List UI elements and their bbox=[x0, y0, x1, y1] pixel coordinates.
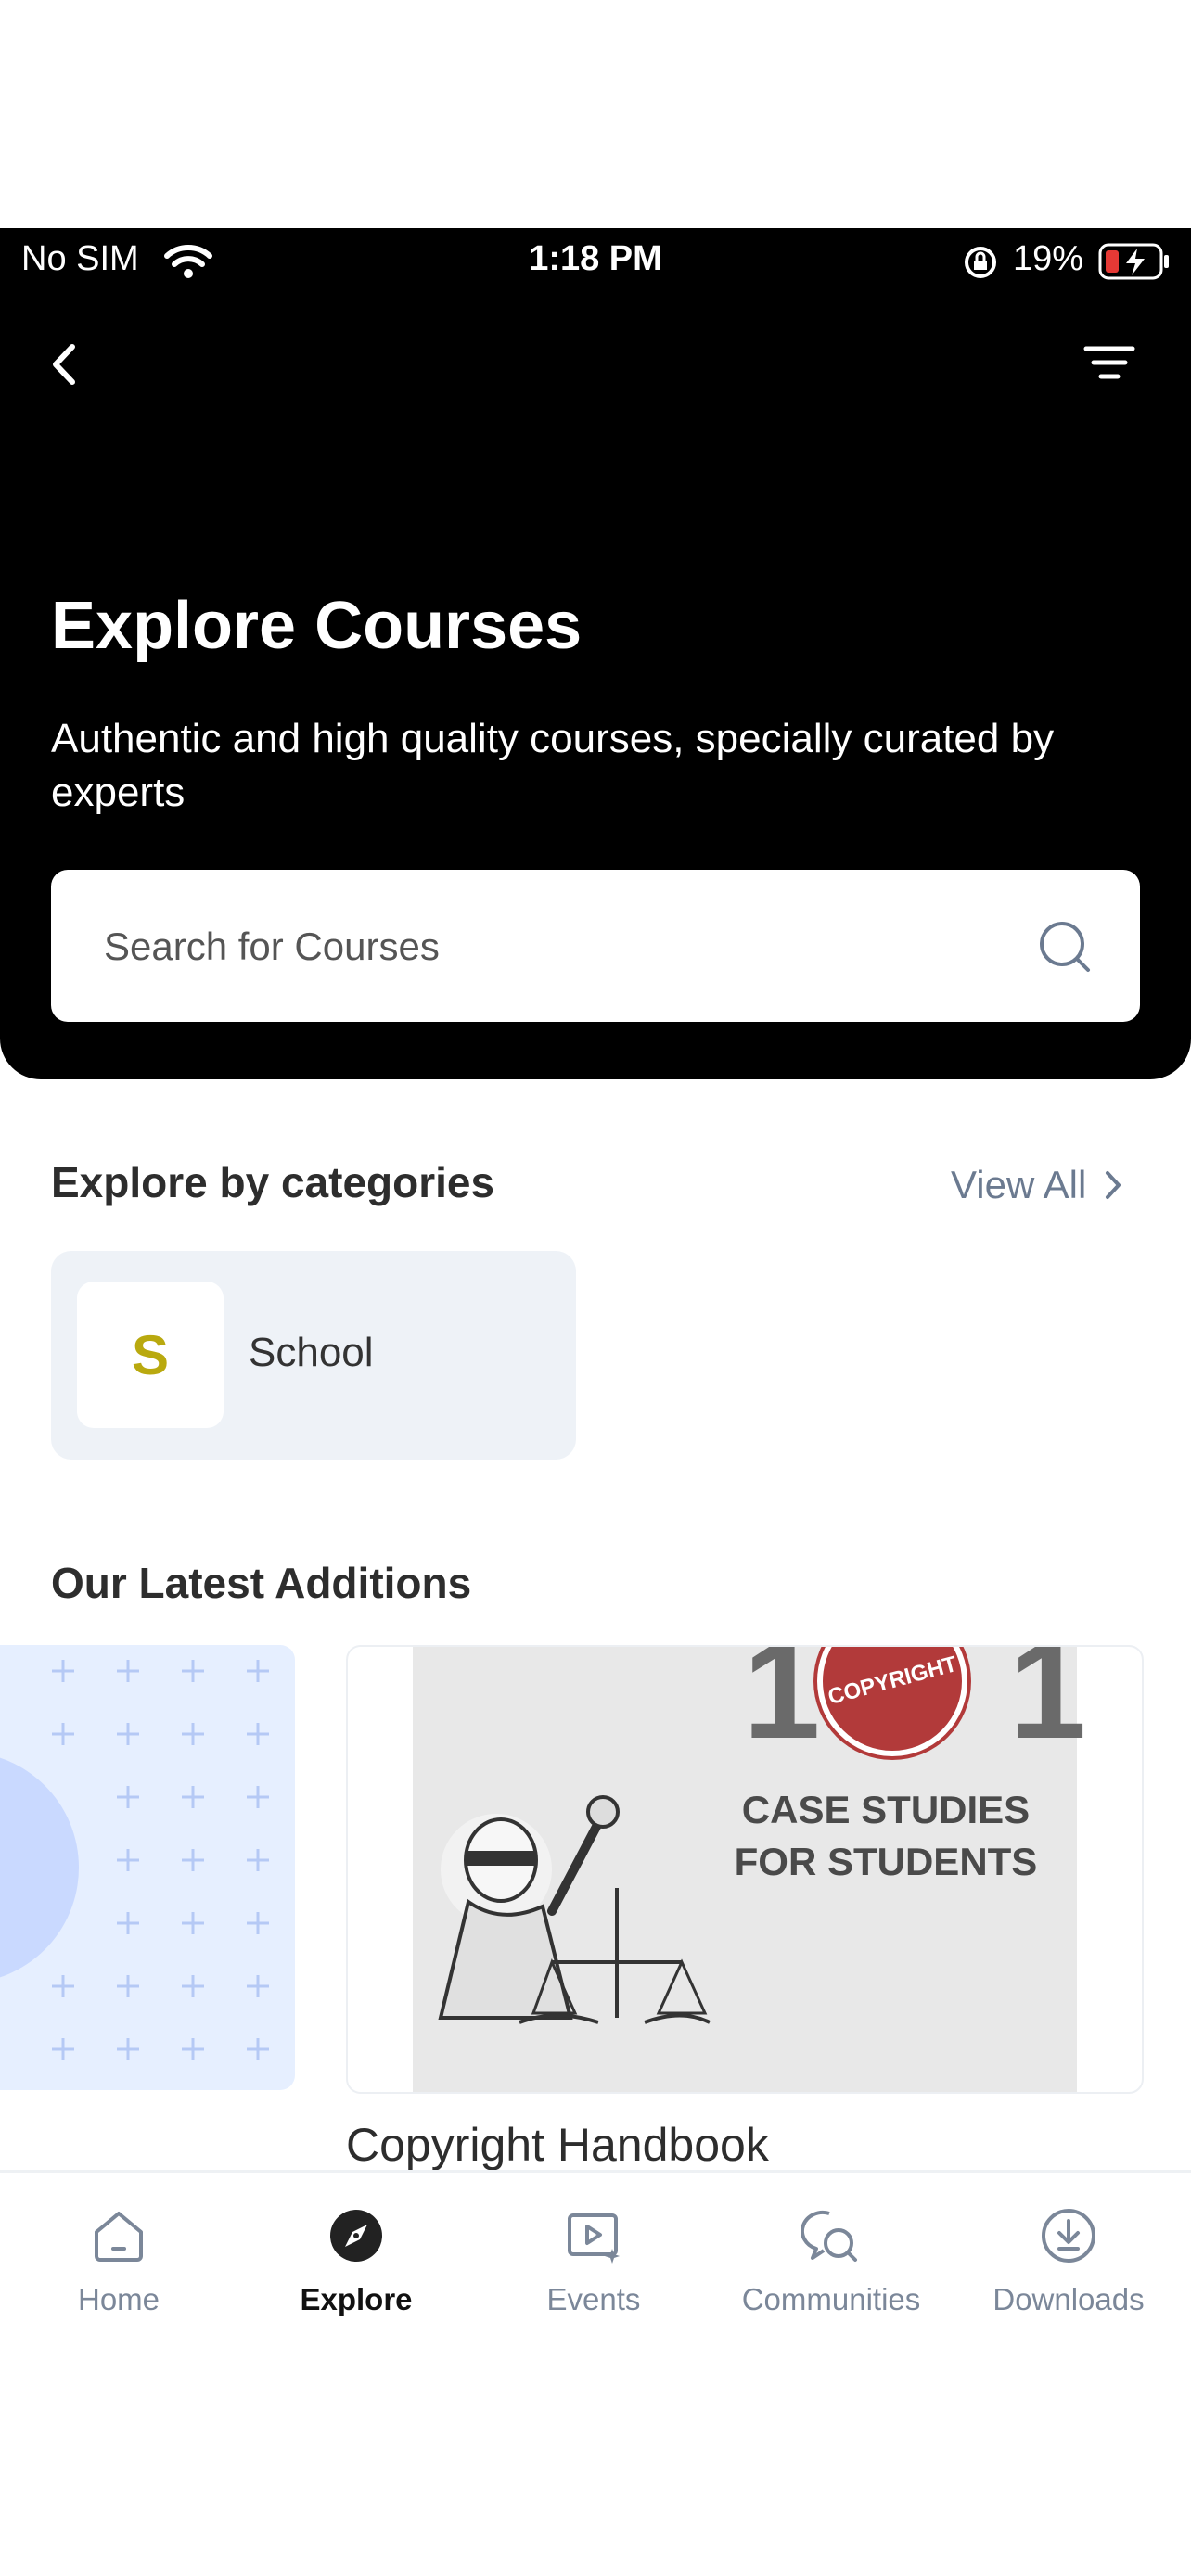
battery-charging-icon bbox=[1098, 243, 1169, 280]
nav-explore[interactable]: Explore bbox=[237, 2173, 475, 2358]
video-event-icon bbox=[568, 2213, 620, 2264]
home-icon bbox=[95, 2212, 143, 2262]
chevron-right-icon bbox=[1106, 1171, 1121, 1199]
orientation-lock-icon bbox=[965, 247, 996, 278]
nav-downloads-label: Downloads bbox=[992, 2282, 1145, 2316]
nav-home[interactable]: Home bbox=[0, 2173, 237, 2358]
cover-line-2: FOR STUDENTS bbox=[734, 1840, 1038, 1883]
nav-communities[interactable]: Communities bbox=[712, 2173, 950, 2358]
view-all-link[interactable]: View All bbox=[951, 1159, 1123, 1211]
filter-icon[interactable] bbox=[1082, 341, 1136, 384]
search-input[interactable] bbox=[102, 870, 1033, 1024]
course-card-copyright-handbook[interactable]: 101 COPYRIGHT CASE STUDIES FOR STUDENTS bbox=[346, 1645, 1144, 2094]
course-title[interactable]: Copyright Handbook bbox=[346, 2118, 769, 2172]
pattern-thumbnail-icon bbox=[0, 1660, 269, 2060]
category-label: School bbox=[249, 1330, 374, 1375]
category-card-school[interactable]: S School bbox=[51, 1251, 576, 1460]
nav-downloads[interactable]: Downloads bbox=[950, 2173, 1187, 2358]
category-initial: S bbox=[77, 1282, 224, 1428]
categories-heading: Explore by categories bbox=[51, 1158, 495, 1206]
back-icon[interactable] bbox=[46, 341, 83, 388]
chat-bubbles-icon bbox=[801, 2210, 857, 2262]
compass-icon bbox=[330, 2210, 382, 2262]
course-cover: 101 COPYRIGHT CASE STUDIES FOR STUDENTS bbox=[413, 1647, 1086, 2092]
page-subtitle: Authentic and high quality courses, spec… bbox=[51, 716, 1055, 815]
bottom-nav: Home Explore Events Communities Download… bbox=[0, 2170, 1191, 2358]
latest-heading: Our Latest Additions bbox=[51, 1559, 472, 1607]
nav-explore-label: Explore bbox=[300, 2282, 413, 2316]
view-all-label: View All bbox=[951, 1163, 1087, 1206]
page-title: Explore Courses bbox=[51, 589, 583, 663]
lady-justice-icon bbox=[438, 1795, 711, 2024]
cover-line-1: CASE STUDIES bbox=[741, 1788, 1031, 1831]
nav-events[interactable]: Events bbox=[475, 2173, 712, 2358]
nav-events-label: Events bbox=[546, 2282, 641, 2316]
course-card-previous[interactable] bbox=[0, 1645, 295, 2090]
search-icon[interactable] bbox=[1036, 918, 1095, 977]
download-icon bbox=[1042, 2209, 1095, 2263]
battery-percent: 19% bbox=[1013, 239, 1084, 278]
nav-communities-label: Communities bbox=[741, 2282, 921, 2316]
search-bar[interactable] bbox=[51, 870, 1140, 1024]
stamp-text: COPYRIGHT bbox=[825, 1651, 960, 1711]
nav-home-label: Home bbox=[77, 2282, 160, 2316]
